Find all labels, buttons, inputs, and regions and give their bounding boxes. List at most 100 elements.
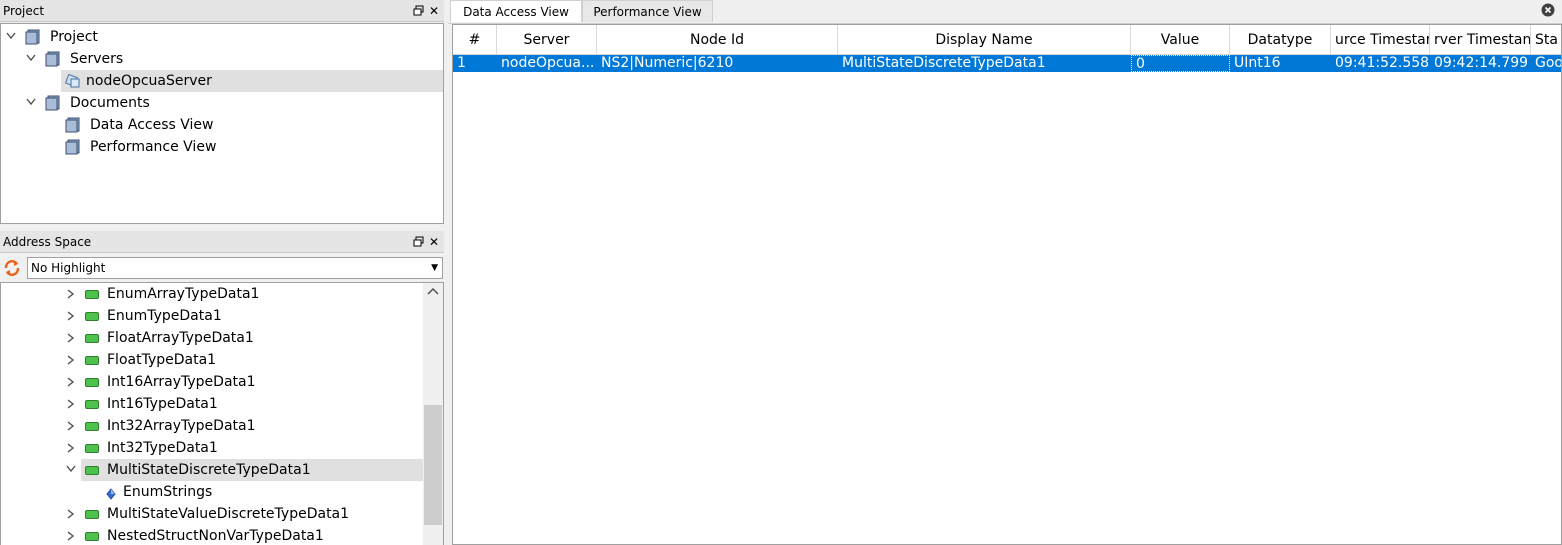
variable-node-icon [85,378,99,387]
tab-data-access-view[interactable]: Data Access View [450,0,582,22]
close-panel-icon[interactable]: ✕ [427,231,441,253]
address-tree-item[interactable]: Int32TypeData1 [1,437,421,459]
dropdown-arrow-icon[interactable]: ▼ [431,258,438,278]
scroll-up-icon[interactable] [427,285,439,299]
tree-item-label: MultiStateDiscreteTypeData1 [107,462,311,478]
table-cell[interactable]: 0 [1131,55,1230,72]
address-tree-item[interactable]: FloatTypeData1 [1,349,421,371]
tree-item-label: Servers [70,51,124,67]
address-tree-item[interactable]: Int16ArrayTypeData1 [1,371,421,393]
column-header[interactable]: Node Id [597,25,838,55]
tab-label: Data Access View [463,5,569,19]
tree-item-label: Data Access View [90,117,214,133]
close-document-icon[interactable] [1541,3,1555,21]
address-tree-item[interactable]: Int32ArrayTypeData1 [1,415,421,437]
tree-item-label: Project [50,29,98,45]
tree-item-servers[interactable]: Servers [1,48,443,70]
address-tree-item[interactable]: EnumArrayTypeData1 [1,283,421,305]
float-panel-icon[interactable] [411,0,425,22]
table-cell[interactable]: Goo [1531,55,1561,72]
chevron-right-icon[interactable] [64,305,78,327]
tree-item-performance-view[interactable]: Performance View [1,136,443,158]
column-header[interactable]: Sta [1531,25,1561,55]
tree-item-label: FloatTypeData1 [107,352,217,368]
address-tree-item[interactable]: EnumTypeData1 [1,305,421,327]
table-cell[interactable]: nodeOpcua... [497,55,597,72]
tree-item-label: Documents [70,95,150,111]
column-header[interactable]: urce Timestar [1331,25,1430,55]
chevron-right-icon[interactable] [64,371,78,393]
tree-item-server-node[interactable]: nodeOpcuaServer [61,70,443,92]
table-cell[interactable]: 1 [453,55,497,72]
column-header[interactable]: Server [497,25,597,55]
chevron-right-icon[interactable] [64,327,78,349]
tree-item-data-access-view[interactable]: Data Access View [1,114,443,136]
tree-item-label: Performance View [90,139,217,155]
refresh-icon[interactable] [3,259,23,277]
variable-node-icon [85,510,99,519]
highlight-select-value: No Highlight [31,261,106,275]
chevron-right-icon[interactable] [64,525,78,545]
address-tree-item[interactable]: MultiStateDiscreteTypeData1 [66,459,423,481]
tree-item-label: nodeOpcuaServer [86,73,212,89]
address-space-tree: EnumArrayTypeData1 EnumTypeData1 FloatArra… [0,282,444,545]
document-icon [65,117,80,133]
tree-item-label: EnumArrayTypeData1 [107,286,260,302]
tree-item-label: Int16ArrayTypeData1 [107,374,256,390]
chevron-down-icon[interactable] [24,48,38,70]
table-cell[interactable]: UInt16 [1230,55,1331,72]
project-icon [25,29,40,45]
variable-node-icon [85,334,99,343]
variable-node-icon [85,356,99,365]
chevron-right-icon[interactable] [64,283,78,305]
vertical-scrollbar[interactable] [423,283,443,545]
variable-node-icon [85,532,99,541]
table-cell[interactable]: 09:42:14.799 [1430,55,1531,72]
address-panel-header: Address Space ✕ [0,231,444,253]
table-cell[interactable]: 09:41:52.558 [1331,55,1430,72]
table-row[interactable]: 1 nodeOpcua... NS2|Numeric|6210 MultiStateD… [453,55,1561,72]
chevron-down-icon[interactable] [4,26,18,48]
document-icon [65,139,80,155]
tree-item-documents[interactable]: Documents [1,92,443,114]
tree-item-label: NestedStructNonVarTypeData1 [107,528,324,544]
column-header[interactable]: rver Timestan [1430,25,1531,55]
tree-item-label: Int32TypeData1 [107,440,218,456]
variable-node-icon [85,466,99,475]
address-tree-item[interactable]: Int16TypeData1 [1,393,421,415]
tree-item-label: Int16TypeData1 [107,396,218,412]
address-tree-item[interactable]: EnumStrings [1,481,421,503]
folder-icon [45,51,60,67]
tree-item-label: FloatArrayTypeData1 [107,330,254,346]
address-tree-item[interactable]: MultiStateValueDiscreteTypeData1 [1,503,421,525]
column-header[interactable]: # [453,25,497,55]
column-header[interactable]: Display Name [838,25,1131,55]
table-cell[interactable]: NS2|Numeric|6210 [597,55,838,72]
chevron-right-icon[interactable] [64,437,78,459]
chevron-right-icon[interactable] [64,415,78,437]
table-cell[interactable]: MultiStateDiscreteTypeData1 [838,55,1131,72]
project-tree: Project Servers nodeOpcuaServer Document… [0,23,444,224]
scroll-thumb[interactable] [424,405,442,525]
project-panel-title: Project [3,4,45,18]
address-tree-item[interactable]: FloatArrayTypeData1 [1,327,421,349]
chevron-right-icon[interactable] [64,503,78,525]
address-panel-title: Address Space [3,235,92,249]
chevron-right-icon[interactable] [64,349,78,371]
chevron-right-icon[interactable] [64,393,78,415]
column-header[interactable]: Datatype [1230,25,1331,55]
float-panel-icon[interactable] [411,231,425,253]
document-tab-bar: Data Access View Performance View [448,0,1562,24]
close-panel-icon[interactable]: ✕ [427,0,441,22]
project-panel-header: Project ✕ [0,0,444,22]
tree-item-project[interactable]: Project [1,26,443,48]
tab-label: Performance View [593,5,702,19]
chevron-down-icon[interactable] [64,459,78,481]
chevron-down-icon[interactable] [24,92,38,114]
server-icon [65,73,80,88]
variable-node-icon [85,290,99,299]
highlight-select[interactable]: No Highlight ▼ [27,257,443,279]
address-tree-item[interactable]: NestedStructNonVarTypeData1 [1,525,421,545]
tab-performance-view[interactable]: Performance View [582,0,713,22]
column-header[interactable]: Value [1131,25,1230,55]
